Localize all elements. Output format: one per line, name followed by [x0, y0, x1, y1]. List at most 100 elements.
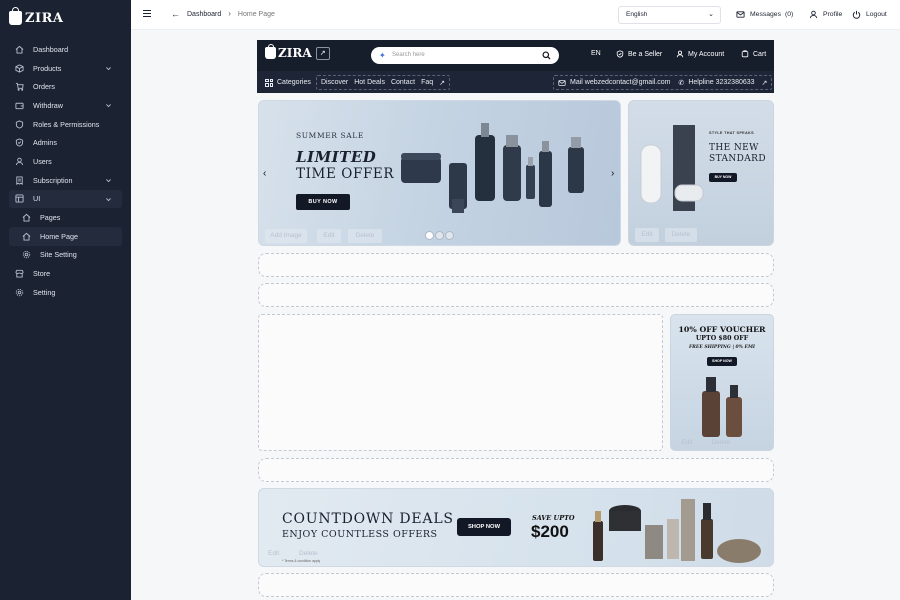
voucher-shop-now-button[interactable]: SHOP NOW [707, 357, 737, 366]
sidebar-item-roles-permissions[interactable]: Roles & Permissions [0, 115, 131, 134]
voucher-title: 10% OFF VOUCHER [678, 325, 766, 334]
slider-next-icon[interactable]: › [611, 168, 614, 179]
sidebar-item-ui[interactable]: UI [9, 189, 122, 209]
serum-bottles-image [702, 377, 742, 437]
side-banner-buy-now-button[interactable]: BUY NOW [709, 173, 737, 182]
sidebar-subitem-pages[interactable]: Pages [0, 208, 131, 227]
edit-external-icon[interactable]: ↗ [762, 79, 768, 87]
slider-dot[interactable] [445, 231, 454, 240]
box-icon [15, 63, 24, 73]
add-image-button[interactable]: Add Image [265, 229, 307, 243]
be-seller-label: Be a Seller [628, 50, 663, 58]
shield-check-icon [616, 50, 624, 58]
voucher-banner: 10% OFF VOUCHER UPTO $80 OFF FREE SHIPPI… [670, 314, 774, 451]
sidebar-item-label: Site Setting [40, 250, 77, 260]
cart-link[interactable]: Cart [741, 50, 766, 58]
layout-icon [15, 194, 24, 203]
store-logo[interactable]: ZIRA ↗ [265, 44, 330, 60]
slider-prev-icon[interactable]: ‹ [263, 168, 266, 179]
countdown-subtitle: ENJOY COUNTLESS OFFERS [282, 529, 438, 540]
delete-button[interactable]: Delete [707, 436, 735, 450]
empty-section-placeholder[interactable] [258, 253, 774, 277]
sidebar-item-users[interactable]: Users [0, 152, 131, 171]
chevron-down-icon [106, 197, 111, 201]
countdown-title: COUNTDOWN DEALS [282, 511, 454, 527]
nav-link-hot-deals[interactable]: Hot Deals [354, 79, 385, 86]
back-arrow-icon[interactable]: ← [171, 10, 180, 19]
shield-check-icon [15, 138, 24, 147]
countdown-shop-now-button[interactable]: SHOP NOW [457, 518, 511, 536]
store-language[interactable]: EN [591, 50, 601, 57]
edit-external-icon[interactable]: ↗ [439, 79, 445, 87]
sidebar-item-withdraw[interactable]: Withdraw [0, 96, 131, 115]
slider-pagination [425, 231, 455, 240]
my-account-label: My Account [688, 50, 725, 58]
logout-link[interactable]: Logout [852, 10, 887, 19]
cart-icon [741, 50, 749, 58]
sidebar-item-setting[interactable]: Setting [0, 283, 131, 302]
search-icon[interactable] [542, 51, 551, 60]
sidebar-item-orders[interactable]: Orders [0, 77, 131, 96]
empty-section-placeholder[interactable] [258, 458, 774, 482]
edit-button[interactable]: Edit [268, 550, 279, 557]
delete-button[interactable]: Delete [665, 228, 697, 242]
sidebar-item-label: UI [33, 194, 41, 204]
sidebar-subitem-home-page[interactable]: Home Page [9, 226, 122, 246]
store-subnav: Categories Discover Hot Deals Contact Fa… [257, 71, 774, 93]
sidebar-item-label: Subscription [33, 175, 73, 185]
voucher-subtitle: UPTO $80 OFF [695, 335, 749, 342]
store-icon [15, 269, 24, 278]
countdown-price: $200 [531, 522, 569, 541]
slider-dot[interactable] [425, 231, 434, 240]
slider-dot[interactable] [435, 231, 444, 240]
home-icon [22, 213, 31, 222]
store-search-input[interactable]: ✦ Search here [371, 47, 559, 64]
delete-button[interactable]: Delete [348, 229, 382, 243]
sidebar-item-label: Roles & Permissions [33, 119, 100, 129]
empty-content-block[interactable] [258, 314, 663, 451]
breadcrumb: ← Dashboard › Home Page [171, 9, 275, 19]
chevron-down-icon [106, 104, 111, 108]
cart-icon [15, 82, 24, 91]
sidebar-item-products[interactable]: Products [0, 59, 131, 78]
shopping-bag-logo-icon [265, 44, 276, 59]
sidebar-brand[interactable]: ZIRA [0, 0, 131, 36]
my-account-link[interactable]: My Account [676, 50, 724, 58]
phone-icon: ✆ [678, 79, 685, 87]
edit-button[interactable]: Edit [677, 436, 697, 450]
categories-menu[interactable]: Categories [265, 75, 311, 90]
breadcrumb-parent[interactable]: Dashboard [187, 11, 221, 18]
sidebar-item-subscription[interactable]: Subscription [0, 171, 131, 190]
sidebar-item-store[interactable]: Store [0, 264, 131, 283]
sidebar-item-admins[interactable]: Admins [0, 133, 131, 152]
be-seller-link[interactable]: Be a Seller [616, 50, 662, 58]
contact-mail: Mail webzedcontact@gmail.com [570, 79, 671, 86]
hero-title: LIMITED [296, 148, 377, 166]
sidebar-subitem-site-setting[interactable]: Site Setting [0, 246, 131, 265]
nav-link-contact[interactable]: Contact [391, 79, 415, 86]
language-select[interactable]: English ⌄ [618, 6, 721, 24]
messages-link[interactable]: Messages (0) [736, 10, 793, 19]
hero-buy-now-button[interactable]: BUY NOW [296, 194, 350, 210]
nav-link-faq[interactable]: Faq [421, 79, 433, 86]
home-icon [22, 232, 31, 241]
edit-button[interactable]: Edit [317, 229, 341, 243]
edit-button[interactable]: Edit [635, 228, 659, 242]
profile-link[interactable]: Profile [809, 10, 842, 19]
language-value: English [626, 11, 648, 18]
side-banner-title-line2: STANDARD [709, 154, 766, 164]
empty-section-placeholder[interactable] [258, 283, 774, 307]
chevron-down-icon [106, 66, 111, 70]
delete-button[interactable]: Delete [299, 550, 318, 557]
edit-external-icon[interactable]: ↗ [315, 46, 330, 60]
nav-link-discover[interactable]: Discover [321, 79, 348, 86]
sidebar-item-label: Setting [33, 287, 56, 297]
user-icon [676, 50, 684, 58]
menu-toggle-icon[interactable] [143, 10, 151, 17]
side-banner-title-line1: THE NEW [709, 143, 759, 153]
sidebar-item-dashboard[interactable]: Dashboard [0, 40, 131, 59]
user-icon [15, 157, 24, 166]
breadcrumb-separator-icon: › [228, 9, 231, 18]
skincare-products-image [401, 123, 584, 213]
empty-section-placeholder[interactable] [258, 573, 774, 597]
